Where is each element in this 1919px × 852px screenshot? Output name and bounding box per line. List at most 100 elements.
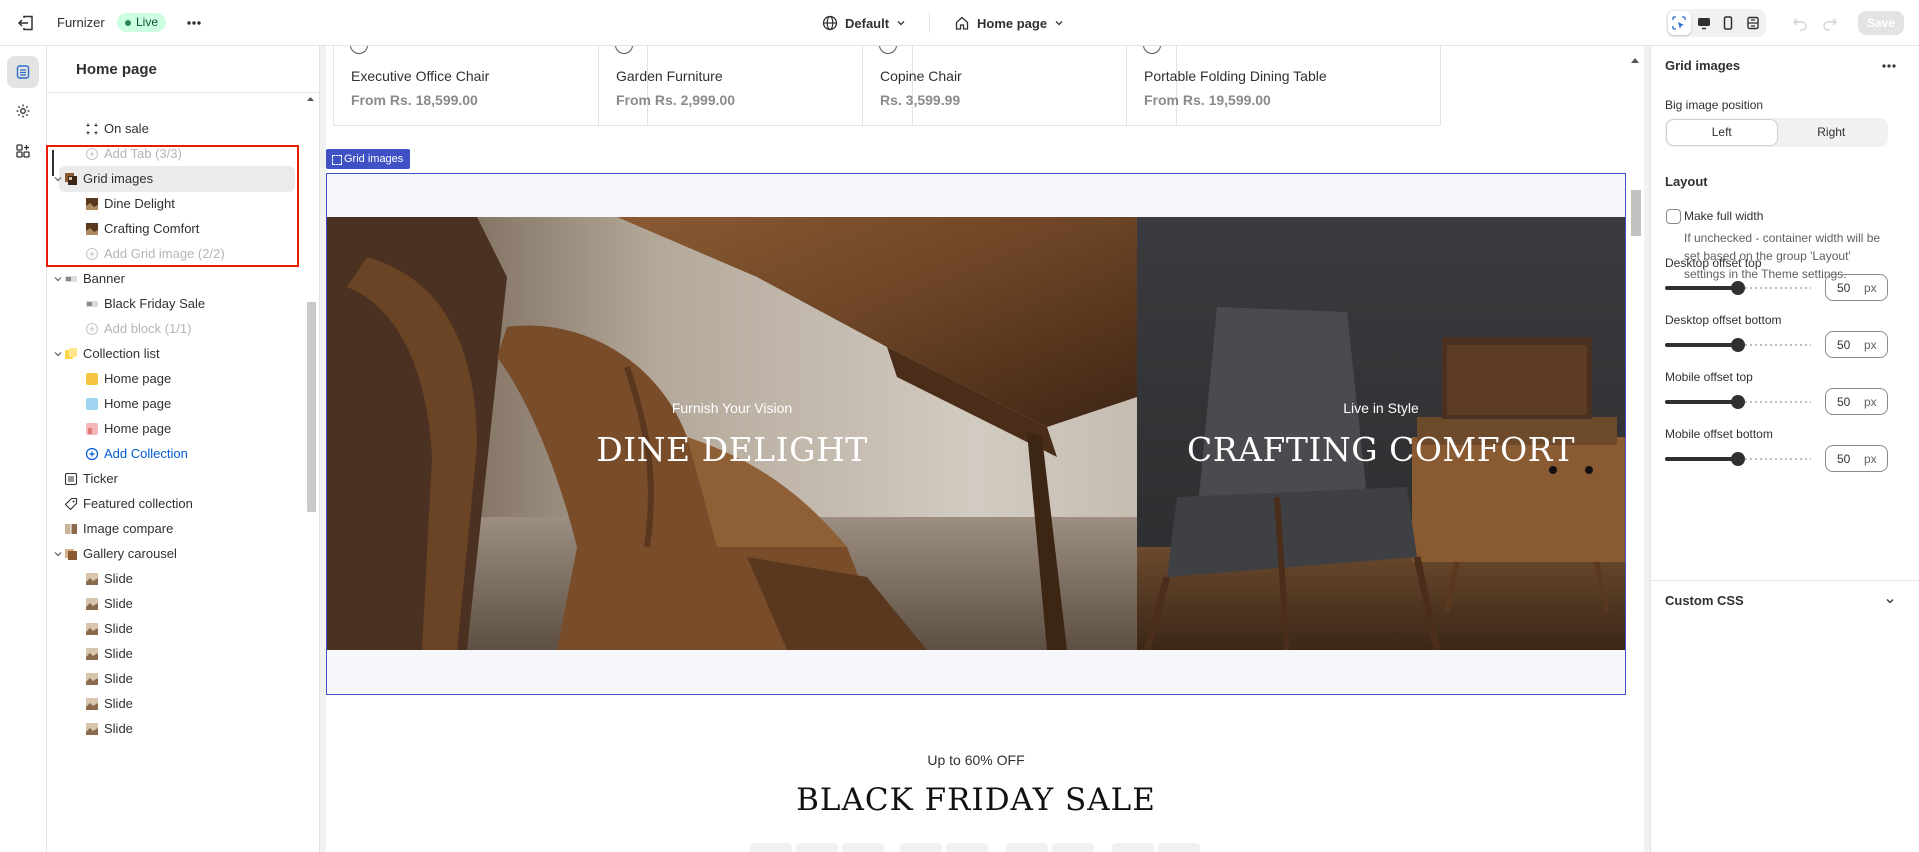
sections-icon[interactable] <box>7 56 39 88</box>
exit-icon[interactable] <box>16 13 36 33</box>
viewport-switcher <box>1666 9 1766 37</box>
sidebar-item-label: Slide <box>104 571 133 586</box>
sidebar-item-gallery-carousel[interactable]: Gallery carousel <box>54 541 295 567</box>
swatch-pink-icon <box>85 422 99 436</box>
product-name[interactable]: Portable Folding Dining Table <box>1144 68 1327 84</box>
offset-value[interactable]: 50 <box>1837 395 1850 409</box>
plus-circle-blue-icon <box>85 447 99 461</box>
sidebar-scroll-thumb[interactable] <box>307 302 316 512</box>
sidebar-item-banner[interactable]: Banner <box>54 266 295 292</box>
custom-css-label[interactable]: Custom CSS <box>1665 593 1744 608</box>
page-selector-label: Home page <box>977 15 1048 31</box>
slide-thumb-icon <box>85 572 99 586</box>
product-name[interactable]: Executive Office Chair <box>351 68 489 84</box>
sidebar-item-slide[interactable]: Slide <box>59 691 295 717</box>
sidebar-item-slide[interactable]: Slide <box>59 591 295 617</box>
canvas-scroll-thumb[interactable] <box>1631 190 1641 236</box>
sidebar-item-black-friday-sale[interactable]: Black Friday Sale <box>59 291 295 317</box>
sidebar-item-slide[interactable]: Slide <box>59 566 295 592</box>
page-selector[interactable]: Home page <box>954 13 1064 33</box>
sidebar-item-on-sale[interactable]: On sale <box>59 116 295 142</box>
theme-selector[interactable]: Default <box>822 13 906 33</box>
mobile-offset-bottom-input[interactable]: 50 px <box>1825 445 1888 472</box>
sidebar-scrollbar[interactable] <box>302 92 319 852</box>
sidebar-item-slide[interactable]: Slide <box>59 616 295 642</box>
apps-icon[interactable] <box>7 135 39 167</box>
product-card[interactable]: Portable Folding Dining Table From Rs. 19… <box>1126 46 1441 126</box>
sidebar-item-home-page[interactable]: Home page <box>59 391 295 417</box>
offset-value[interactable]: 50 <box>1837 338 1850 352</box>
redo-icon[interactable] <box>1821 14 1839 32</box>
mobile-offset-top-input[interactable]: 50 px <box>1825 388 1888 415</box>
slider-fill <box>1665 343 1738 347</box>
sidebar-item-slide[interactable]: Slide <box>59 716 295 742</box>
mobile-view-icon[interactable] <box>1717 11 1740 35</box>
sidebar-item-ticker[interactable]: Ticker <box>59 466 295 492</box>
sidebar-item-home-page[interactable]: Home page <box>59 366 295 392</box>
product-price: From Rs. 19,599.00 <box>1144 92 1271 108</box>
sidebar-item-featured-collection[interactable]: Featured collection <box>59 491 295 517</box>
slider-knob[interactable] <box>1731 281 1745 295</box>
chevron-down-icon[interactable] <box>1885 596 1895 606</box>
full-width-checkbox[interactable] <box>1666 209 1681 224</box>
countdown-box <box>750 843 792 852</box>
scroll-up-icon[interactable] <box>1631 58 1639 63</box>
fullscreen-view-icon[interactable] <box>1742 11 1765 35</box>
save-button[interactable]: Save <box>1858 11 1904 35</box>
more-options-icon[interactable] <box>1879 58 1899 74</box>
product-name[interactable]: Garden Furniture <box>616 68 723 84</box>
slider-knob[interactable] <box>1731 338 1745 352</box>
position-left-option[interactable]: Left <box>1667 120 1777 145</box>
desktop-offset-top-input[interactable]: 50 px <box>1825 274 1888 301</box>
full-width-label: Make full width <box>1684 209 1764 223</box>
mobile-offset-bottom-slider[interactable] <box>1665 452 1811 466</box>
sidebar-item-label: Home page <box>104 396 172 411</box>
inspector-icon[interactable] <box>1668 11 1691 35</box>
sidebar-item-label: Image compare <box>83 521 174 536</box>
undo-icon[interactable] <box>1791 14 1809 32</box>
chevron-down-icon[interactable] <box>53 349 63 359</box>
product-name[interactable]: Copine Chair <box>880 68 962 84</box>
offset-value[interactable]: 50 <box>1837 452 1850 466</box>
sidebar-item-collection-list[interactable]: Collection list <box>54 341 295 367</box>
sidebar-item-image-compare[interactable]: Image compare <box>59 516 295 542</box>
sidebar-item-label: Add block (1/1) <box>104 321 192 336</box>
slider-knob[interactable] <box>1731 395 1745 409</box>
sidebar-item-add-collection[interactable]: Add Collection <box>59 441 295 467</box>
section-tag[interactable]: Grid images <box>326 149 411 169</box>
desktop-view-icon[interactable] <box>1693 11 1716 35</box>
desktop-offset-bottom-input[interactable]: 50 px <box>1825 331 1888 358</box>
banner-icon <box>64 272 78 286</box>
sidebar-item-label: Slide <box>104 646 133 661</box>
chevron-down-icon[interactable] <box>53 549 63 559</box>
desktop-offset-bottom-slider[interactable] <box>1665 338 1811 352</box>
more-actions-icon[interactable] <box>183 13 205 33</box>
icon-rail <box>0 46 47 852</box>
sidebar-item-label: Add Collection <box>104 446 188 461</box>
grid-images-section[interactable]: Furnish Your Vision DINE DELIGHT Live in… <box>326 173 1626 695</box>
sidebar-item-slide[interactable]: Slide <box>59 666 295 692</box>
layout-heading: Layout <box>1665 174 1708 189</box>
sidebar-item-label: Ticker <box>83 471 118 486</box>
grid-image-dine-delight[interactable]: Furnish Your Vision DINE DELIGHT <box>327 217 1137 650</box>
mobile-offset-top-slider[interactable] <box>1665 395 1811 409</box>
sidebar-item-home-page[interactable]: Home page <box>59 416 295 442</box>
countdown-box <box>1158 843 1200 852</box>
swatch-icon <box>1143 46 1161 54</box>
collection-icon <box>85 122 99 136</box>
scroll-up-icon[interactable] <box>302 92 319 106</box>
sidebar-item-label: Home page <box>104 371 172 386</box>
sidebar-item-label: Banner <box>83 271 125 286</box>
grid-image-crafting-comfort[interactable]: Live in Style CRAFTING COMFORT <box>1137 217 1625 650</box>
chevron-down-icon <box>1054 18 1064 28</box>
position-right-option[interactable]: Right <box>1777 120 1887 145</box>
canvas-scrollbar[interactable] <box>1626 46 1644 852</box>
offset-value[interactable]: 50 <box>1837 281 1850 295</box>
sidebar-item-add-block-1-1[interactable]: Add block (1/1) <box>59 316 295 342</box>
sidebar-item-slide[interactable]: Slide <box>59 641 295 667</box>
chevron-down-icon[interactable] <box>53 274 63 284</box>
settings-gear-icon[interactable] <box>7 95 39 127</box>
desktop-offset-top-slider[interactable] <box>1665 281 1811 295</box>
sidebar-item-label: Collection list <box>83 346 160 361</box>
slider-knob[interactable] <box>1731 452 1745 466</box>
